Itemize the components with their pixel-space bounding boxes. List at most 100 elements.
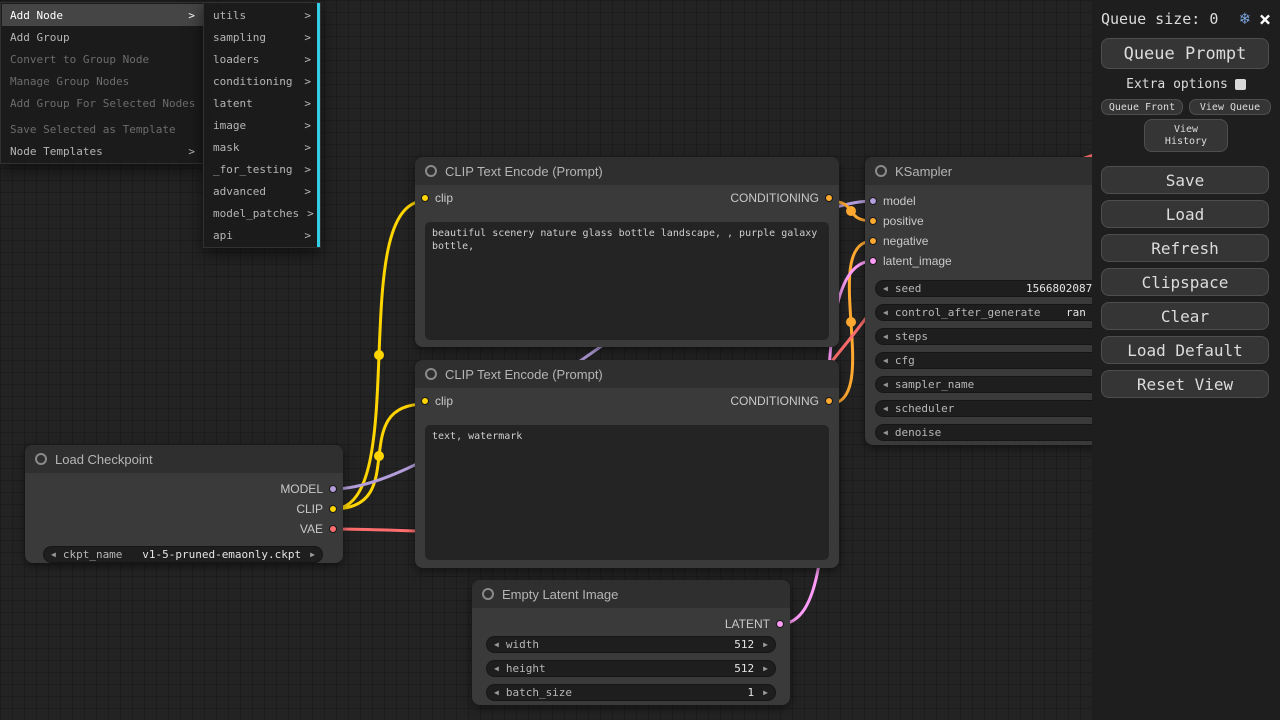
submenu-item-sampling[interactable]: sampling >	[205, 26, 319, 48]
menu-item-node-templates[interactable]: Node Templates >	[2, 140, 203, 162]
decrement-arrow-icon[interactable]: ◀	[876, 281, 895, 296]
submenu-item-api[interactable]: api >	[205, 224, 319, 246]
menu-item-save-selected-template: Save Selected as Template	[2, 118, 203, 140]
clip-port-icon[interactable]	[421, 194, 429, 202]
widget-value[interactable]: 1	[748, 686, 755, 699]
submenu-item-loaders[interactable]: loaders >	[205, 48, 319, 70]
save-button[interactable]: Save	[1101, 166, 1269, 194]
collapse-dot-icon[interactable]	[875, 165, 887, 177]
model-port-icon[interactable]	[869, 197, 877, 205]
clip-port-icon[interactable]	[329, 505, 337, 513]
refresh-button[interactable]: Refresh	[1101, 234, 1269, 262]
view-queue-button[interactable]: View Queue	[1189, 99, 1271, 115]
close-icon[interactable]: ×	[1259, 10, 1271, 28]
node-header[interactable]: CLIP Text Encode (Prompt)	[415, 157, 839, 185]
conditioning-port-icon[interactable]	[869, 217, 877, 225]
clear-button[interactable]: Clear	[1101, 302, 1269, 330]
increment-arrow-icon[interactable]: ▶	[756, 661, 775, 676]
prompt-textarea[interactable]: text, watermark	[425, 425, 829, 560]
reset-view-button[interactable]: Reset View	[1101, 370, 1269, 398]
node-load-checkpoint[interactable]: Load Checkpoint MODEL CLIP VAE ◀ ckpt_na…	[25, 445, 343, 563]
input-clip[interactable]: clip	[421, 394, 453, 408]
decrement-arrow-icon[interactable]: ◀	[876, 377, 895, 392]
increment-arrow-icon[interactable]: ▶	[756, 637, 775, 652]
widget-value[interactable]: 1566802087	[1026, 281, 1092, 296]
extra-options-checkbox[interactable]	[1235, 79, 1246, 90]
submenu-item-advanced[interactable]: advanced >	[205, 180, 319, 202]
prompt-textarea[interactable]: beautiful scenery nature glass bottle la…	[425, 222, 829, 340]
increment-arrow-icon[interactable]: ▶	[756, 685, 775, 700]
submenu-item-for-testing[interactable]: _for_testing >	[205, 158, 319, 180]
conditioning-port-icon[interactable]	[825, 194, 833, 202]
clipspace-button[interactable]: Clipspace	[1101, 268, 1269, 296]
comfyui-menu-panel: Queue size: 0 ❄ × Queue Prompt Extra opt…	[1092, 0, 1280, 720]
node-clip-text-encode-2[interactable]: CLIP Text Encode (Prompt) clip CONDITION…	[415, 360, 839, 568]
output-latent[interactable]: LATENT	[472, 614, 784, 634]
widget-label: ckpt_name	[63, 548, 123, 561]
submenu-arrow-icon: >	[180, 9, 195, 22]
collapse-dot-icon[interactable]	[482, 588, 494, 600]
queue-front-button[interactable]: Queue Front	[1101, 99, 1183, 115]
widget-value[interactable]: 512	[734, 662, 754, 675]
menu-item-add-node[interactable]: Add Node >	[2, 4, 203, 26]
ckpt-name-widget[interactable]: ◀ ckpt_name v1-5-pruned-emaonly.ckpt ▶	[43, 546, 323, 563]
node-clip-text-encode-1[interactable]: CLIP Text Encode (Prompt) clip CONDITION…	[415, 157, 839, 347]
collapse-dot-icon[interactable]	[425, 165, 437, 177]
input-label: model	[883, 194, 916, 208]
decrement-arrow-icon[interactable]: ◀	[876, 425, 895, 440]
latent-port-icon[interactable]	[869, 257, 877, 265]
node-header[interactable]: Empty Latent Image	[472, 580, 790, 608]
decrement-arrow-icon[interactable]: ◀	[876, 305, 895, 320]
submenu-item-latent[interactable]: latent >	[205, 92, 319, 114]
load-default-button[interactable]: Load Default	[1101, 336, 1269, 364]
width-widget[interactable]: ◀ width 512 ▶	[486, 636, 776, 653]
collapse-dot-icon[interactable]	[425, 368, 437, 380]
node-title: CLIP Text Encode (Prompt)	[445, 367, 603, 382]
clip-port-icon[interactable]	[421, 397, 429, 405]
next-arrow-icon[interactable]: ▶	[303, 547, 322, 562]
decrement-arrow-icon[interactable]: ◀	[487, 685, 506, 700]
latent-port-icon[interactable]	[776, 620, 784, 628]
output-label: CONDITIONING	[730, 394, 819, 408]
view-history-button[interactable]: View History	[1144, 119, 1228, 152]
output-conditioning[interactable]: CONDITIONING	[730, 394, 833, 408]
output-label: MODEL	[280, 482, 323, 496]
batch-size-widget[interactable]: ◀ batch_size 1 ▶	[486, 684, 776, 701]
settings-gear-icon[interactable]: ❄	[1240, 11, 1250, 28]
output-clip[interactable]: CLIP	[25, 499, 337, 519]
widget-value[interactable]: v1-5-pruned-emaonly.ckpt	[142, 548, 301, 561]
submenu-item-image[interactable]: image >	[205, 114, 319, 136]
collapse-dot-icon[interactable]	[35, 453, 47, 465]
submenu-scrollbar[interactable]	[317, 3, 320, 247]
input-clip[interactable]: clip	[421, 191, 453, 205]
submenu-item-model-patches[interactable]: model_patches >	[205, 202, 319, 224]
node-header[interactable]: Load Checkpoint	[25, 445, 343, 473]
submenu-item-conditioning[interactable]: conditioning >	[205, 70, 319, 92]
node-header[interactable]: CLIP Text Encode (Prompt)	[415, 360, 839, 388]
load-button[interactable]: Load	[1101, 200, 1269, 228]
menu-item-convert-to-group-node: Convert to Group Node	[2, 48, 203, 70]
decrement-arrow-icon[interactable]: ◀	[876, 329, 895, 344]
node-empty-latent-image[interactable]: Empty Latent Image LATENT ◀ width 512 ▶ …	[472, 580, 790, 705]
output-vae[interactable]: VAE	[25, 519, 337, 539]
output-model[interactable]: MODEL	[25, 479, 337, 499]
submenu-item-mask[interactable]: mask >	[205, 136, 319, 158]
height-widget[interactable]: ◀ height 512 ▶	[486, 660, 776, 677]
conditioning-port-icon[interactable]	[825, 397, 833, 405]
decrement-arrow-icon[interactable]: ◀	[487, 637, 506, 652]
submenu-item-utils[interactable]: utils >	[205, 4, 319, 26]
decrement-arrow-icon[interactable]: ◀	[876, 353, 895, 368]
decrement-arrow-icon[interactable]: ◀	[876, 401, 895, 416]
prev-arrow-icon[interactable]: ◀	[44, 547, 63, 562]
menu-item-add-group[interactable]: Add Group	[2, 26, 203, 48]
widget-value[interactable]: ran	[1066, 305, 1086, 320]
comfyui-canvas[interactable]: CLIP Text Encode (Prompt) clip CONDITION…	[0, 0, 1280, 720]
vae-port-icon[interactable]	[329, 525, 337, 533]
conditioning-port-icon[interactable]	[869, 237, 877, 245]
model-port-icon[interactable]	[329, 485, 337, 493]
widget-value[interactable]: 512	[734, 638, 754, 651]
queue-prompt-button[interactable]: Queue Prompt	[1101, 38, 1269, 69]
menu-item-label: api	[213, 229, 233, 242]
output-conditioning[interactable]: CONDITIONING	[730, 191, 833, 205]
decrement-arrow-icon[interactable]: ◀	[487, 661, 506, 676]
